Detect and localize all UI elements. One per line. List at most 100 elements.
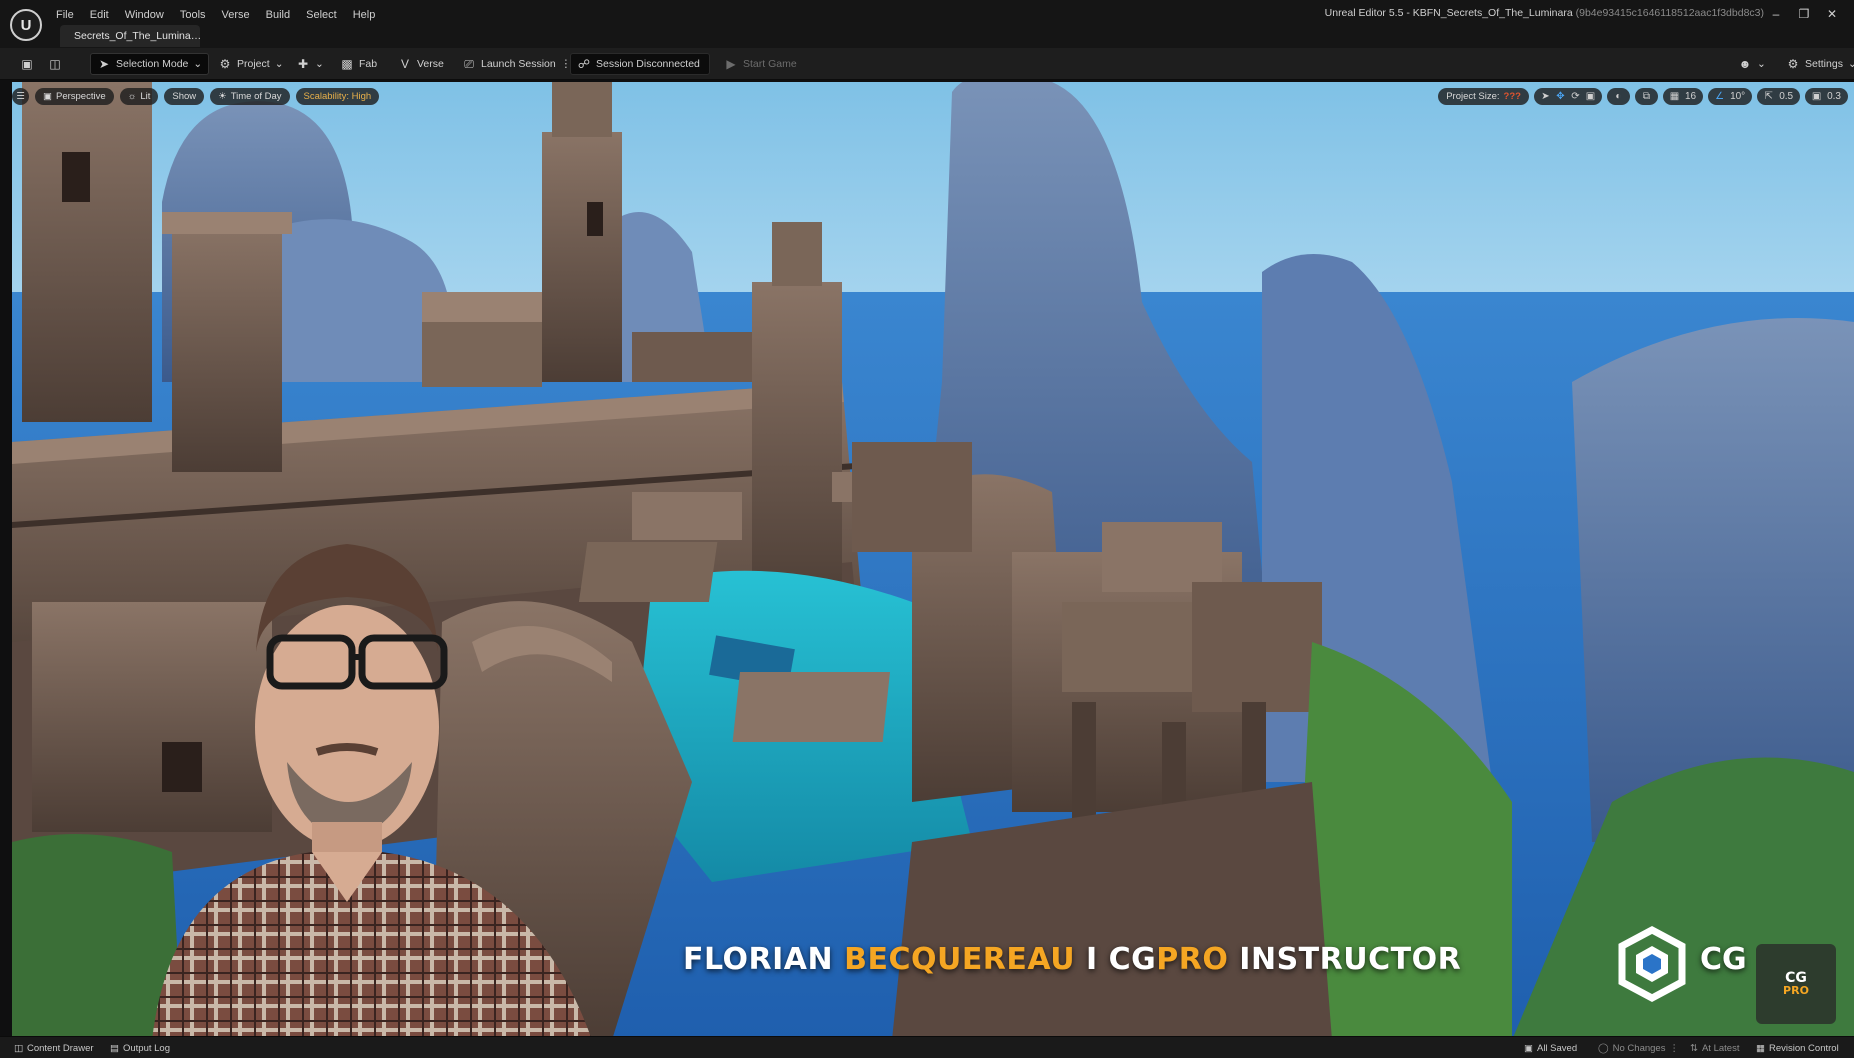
rotation-snap-group[interactable]: ∠ 10° bbox=[1708, 87, 1753, 105]
menu-select[interactable]: Select bbox=[298, 6, 345, 24]
menu-tools[interactable]: Tools bbox=[172, 6, 214, 24]
at-latest-label: At Latest bbox=[1701, 1042, 1740, 1054]
menu-file[interactable]: File bbox=[48, 6, 82, 24]
hamburger-icon: ☰ bbox=[16, 90, 25, 102]
window-title: Unreal Editor 5.5 - KBFN_Secrets_Of_The_… bbox=[1325, 7, 1764, 19]
all-saved-label: All Saved bbox=[1536, 1042, 1578, 1054]
minimize-icon[interactable]: – bbox=[1762, 4, 1790, 24]
separator: I bbox=[1075, 942, 1109, 977]
sun-icon: ☀ bbox=[218, 90, 227, 102]
output-log-button[interactable]: ▤ Output Log bbox=[110, 1041, 170, 1055]
window-controls: – ❐ ✕ bbox=[1762, 4, 1846, 24]
chevron-down-icon: ⌄ bbox=[1757, 58, 1766, 70]
log-icon: ▤ bbox=[110, 1042, 119, 1054]
add-actor-button[interactable]: ✚ ⌄ bbox=[290, 53, 330, 75]
no-changes-indicator[interactable]: ◯ No Changes ⋮ bbox=[1598, 1041, 1679, 1055]
all-saved-indicator[interactable]: ▣ All Saved bbox=[1524, 1041, 1577, 1055]
cgpro-watermark-badge: CG PRO bbox=[1756, 944, 1836, 1024]
chevron-down-icon: ⌄ bbox=[1847, 58, 1854, 70]
menu-edit[interactable]: Edit bbox=[82, 6, 117, 24]
selection-mode-dropdown[interactable]: ➤ Selection Mode ⌄ bbox=[90, 53, 210, 75]
folder-icon: ◫ bbox=[49, 57, 61, 71]
project-icon: ⚙ bbox=[219, 57, 231, 71]
select-tool-icon[interactable]: ➤ bbox=[1538, 91, 1553, 102]
surface-snap-toggle[interactable]: ⧉ bbox=[1634, 87, 1658, 105]
window-title-hash: (9b4e93415c1646118512aac1f3dbd8c3) bbox=[1575, 7, 1764, 19]
camera-speed-group[interactable]: ▣ 0.3 bbox=[1805, 87, 1848, 105]
scale-tool-icon[interactable]: ▣ bbox=[1583, 91, 1598, 102]
project-menu-button[interactable]: ⚙ Project ⌄ bbox=[212, 53, 290, 75]
chevron-down-icon: ⌄ bbox=[315, 58, 324, 70]
time-of-day-button[interactable]: ☀ Time of Day bbox=[210, 87, 290, 105]
scale-snap-group[interactable]: ⇱ 0.5 bbox=[1757, 87, 1801, 105]
grid-snap-group[interactable]: ▦ 16 bbox=[1662, 87, 1704, 105]
level-icon bbox=[65, 33, 71, 39]
menu-build[interactable]: Build bbox=[258, 6, 298, 24]
start-game-button[interactable]: ▶ Start Game bbox=[718, 53, 803, 75]
camera-icon: ▣ bbox=[1811, 90, 1822, 102]
settings-button[interactable]: ⚙ Settings ⌄ bbox=[1780, 53, 1854, 75]
revision-control-button[interactable]: ▦ Revision Control bbox=[1756, 1041, 1839, 1055]
launch-session-button[interactable]: ⎚ Launch Session ⋮ bbox=[456, 53, 577, 75]
instructor-lower-third: FLORIAN BECQUEREAU I CGPRO INSTRUCTOR bbox=[683, 942, 1461, 977]
lit-label: Lit bbox=[140, 90, 151, 102]
rotation-snap-value: 10° bbox=[1730, 90, 1746, 102]
more-options-icon[interactable]: ⋮ bbox=[1669, 1043, 1679, 1054]
menu-help[interactable]: Help bbox=[345, 6, 384, 24]
fab-icon: ▩ bbox=[341, 57, 353, 71]
launch-session-label: Launch Session bbox=[481, 58, 556, 70]
scalability-button[interactable]: Scalability: High bbox=[295, 87, 380, 105]
badge-top-text: CG bbox=[1785, 970, 1807, 986]
show-button[interactable]: Show bbox=[164, 87, 205, 105]
level-viewport[interactable] bbox=[12, 82, 1854, 1040]
unreal-logo-icon[interactable]: U bbox=[10, 9, 42, 41]
viewport-transform-toolbar: Project Size: ??? ➤ ✥ ⟳ ▣ ◐ ⧉ ▦ 16 ∠ 10°… bbox=[1438, 86, 1848, 106]
viewport-menu-button[interactable]: ☰ bbox=[12, 87, 29, 105]
world-local-toggle[interactable]: ◐ bbox=[1606, 87, 1630, 105]
level-document-tab[interactable]: Secrets_Of_The_Lumina… bbox=[60, 25, 201, 47]
gear-icon: ⚙ bbox=[1787, 57, 1799, 71]
scalability-label: Scalability: High bbox=[303, 90, 372, 102]
angle-icon: ∠ bbox=[1715, 90, 1725, 102]
save-status-icon: ▣ bbox=[1524, 1042, 1533, 1054]
rotate-tool-icon[interactable]: ⟳ bbox=[1568, 91, 1583, 102]
instructor-last-name: BECQUEREAU bbox=[844, 942, 1076, 977]
lightbulb-icon: ☼ bbox=[127, 90, 137, 102]
verse-button[interactable]: V Verse bbox=[392, 53, 450, 75]
verse-icon: V bbox=[400, 57, 409, 71]
content-drawer-label: Content Drawer bbox=[26, 1042, 94, 1054]
at-latest-indicator[interactable]: ⇅ At Latest bbox=[1690, 1041, 1739, 1055]
changes-icon: ◯ bbox=[1598, 1042, 1609, 1054]
cgpro-logo-icon bbox=[1618, 926, 1686, 1002]
revision-icon: ▦ bbox=[1756, 1042, 1765, 1054]
instructor-role: INSTRUCTOR bbox=[1228, 942, 1462, 977]
drawer-icon: ◫ bbox=[14, 1042, 23, 1054]
save-button[interactable]: ▣ bbox=[14, 53, 40, 75]
lit-button[interactable]: ☼ Lit bbox=[119, 87, 159, 105]
scale-snap-value: 0.5 bbox=[1779, 90, 1794, 102]
grid-icon: ▦ bbox=[1669, 90, 1680, 102]
cursor-icon: ➤ bbox=[98, 57, 110, 71]
menu-verse[interactable]: Verse bbox=[214, 6, 258, 24]
maximize-icon[interactable]: ❐ bbox=[1790, 4, 1818, 24]
cgpro-logo-text: CG bbox=[1700, 942, 1747, 977]
content-drawer-button[interactable]: ◫ Content Drawer bbox=[14, 1041, 94, 1055]
camera-speed-value: 0.3 bbox=[1827, 90, 1841, 102]
browse-content-button[interactable]: ◫ bbox=[42, 53, 68, 75]
show-label: Show bbox=[172, 90, 197, 102]
transform-mode-group: ➤ ✥ ⟳ ▣ bbox=[1533, 87, 1602, 105]
menu-window[interactable]: Window bbox=[117, 6, 172, 24]
close-icon[interactable]: ✕ bbox=[1818, 4, 1846, 24]
globe-icon: ◐ bbox=[1615, 90, 1622, 102]
platforms-button[interactable]: ☻ ⌄ bbox=[1732, 53, 1772, 75]
chevron-down-icon: ⌄ bbox=[274, 58, 284, 70]
fab-button[interactable]: ▩ Fab bbox=[334, 53, 383, 75]
selection-mode-label: Selection Mode bbox=[116, 58, 189, 70]
translate-tool-icon[interactable]: ✥ bbox=[1553, 91, 1568, 102]
perspective-button[interactable]: ▣ Perspective bbox=[35, 87, 114, 105]
title-bar: U File Edit Window Tools Verse Build Sel… bbox=[0, 0, 1854, 48]
play-icon: ▶ bbox=[726, 57, 736, 71]
badge-bottom-text: PRO bbox=[1783, 984, 1809, 997]
surface-snap-icon: ⧉ bbox=[1642, 90, 1650, 102]
project-size-indicator[interactable]: Project Size: ??? bbox=[1438, 87, 1529, 105]
